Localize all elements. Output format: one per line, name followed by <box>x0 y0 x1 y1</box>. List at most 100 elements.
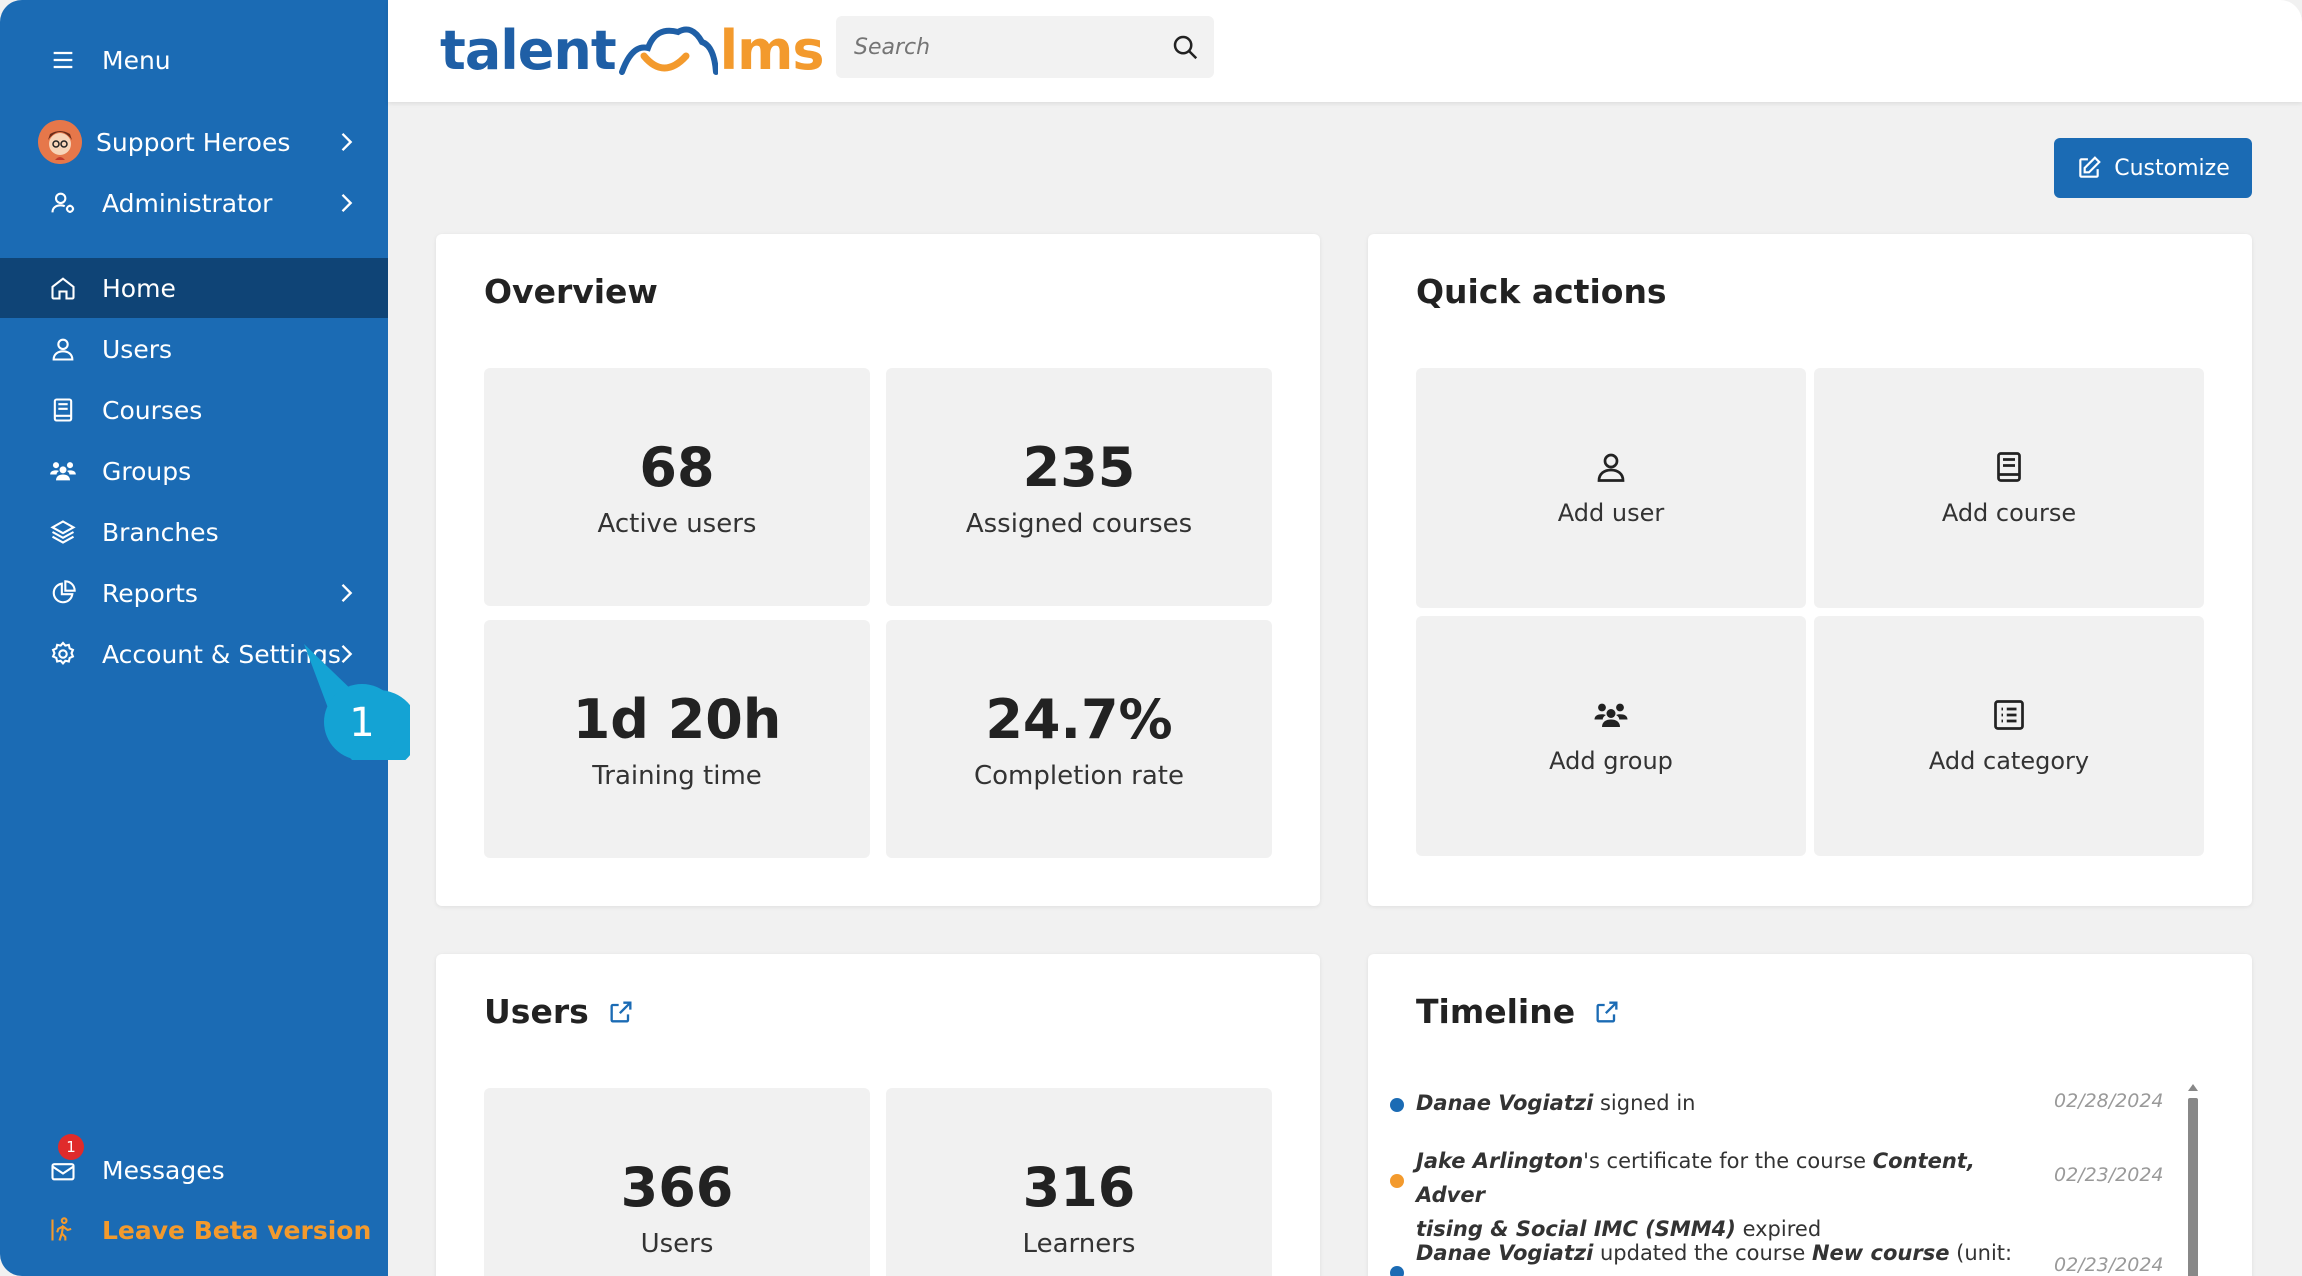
stat-label: Users <box>640 1228 714 1259</box>
role-label: Administrator <box>102 188 273 218</box>
avatar <box>38 120 82 164</box>
stat-label: Completion rate <box>974 760 1184 791</box>
add-category-button[interactable]: Add category <box>1814 616 2204 856</box>
role-switcher[interactable]: Administrator <box>0 173 388 233</box>
users-card-title: Users <box>484 992 589 1031</box>
chevron-right-icon <box>341 584 353 602</box>
stat-tile-learners: 316 Learners <box>886 1088 1272 1276</box>
stat-tile-completion-rate: 24.7% Completion rate <box>886 620 1272 858</box>
chevron-right-icon <box>341 194 353 212</box>
hamburger-icon <box>48 45 78 75</box>
add-course-button[interactable]: Add course <box>1814 368 2204 608</box>
overview-card: Overview 68 Active users 235 Assigned co… <box>436 234 1320 906</box>
logo-lms-text: lms <box>719 18 825 82</box>
sidebar-item-reports[interactable]: Reports <box>0 563 388 623</box>
timeline-course[interactable]: New course <box>1812 1241 1949 1265</box>
sidebar-item-groups[interactable]: Groups <box>0 441 388 501</box>
sidebar-item-messages[interactable]: 1 Messages <box>0 1134 388 1200</box>
timeline-dot <box>1390 1266 1404 1276</box>
talentlms-logo[interactable]: talent lms <box>440 14 825 86</box>
gear-icon <box>48 639 78 669</box>
sidebar-item-label: Branches <box>102 517 219 547</box>
users-card: Users 366 Users 316 Learners <box>436 954 1320 1276</box>
add-user-button[interactable]: Add user <box>1416 368 1806 608</box>
timeline-date: 02/23/2024 <box>2054 1164 2164 1186</box>
stat-value: 316 <box>1022 1155 1136 1219</box>
stat-label: Active users <box>597 508 757 539</box>
stat-value: 24.7% <box>985 687 1173 751</box>
timeline-text: 's certificate for the course <box>1583 1149 1873 1173</box>
stat-value: 366 <box>620 1155 734 1219</box>
quick-actions-title: Quick actions <box>1416 272 1667 311</box>
sidebar-item-label: Home <box>102 273 176 303</box>
account-label: Support Heroes <box>96 127 291 157</box>
stat-tile-users: 366 Users <box>484 1088 870 1276</box>
search-box <box>836 16 1214 78</box>
sidebar-item-courses[interactable]: Courses <box>0 380 388 440</box>
group-icon <box>1593 697 1629 737</box>
stat-tile-active-users: 68 Active users <box>484 368 870 606</box>
sidebar-item-label: Reports <box>102 578 198 608</box>
messages-count-badge: 1 <box>58 1134 84 1160</box>
sidebar-item-users[interactable]: Users <box>0 319 388 379</box>
course-icon <box>48 395 78 425</box>
logo-cloud-icon <box>618 26 718 75</box>
pie-chart-icon <box>48 578 78 608</box>
tutorial-step-marker: 1 <box>304 644 410 760</box>
layers-icon <box>48 517 78 547</box>
sidebar-item-home[interactable]: Home <box>0 258 388 318</box>
timeline-dot <box>1390 1098 1404 1112</box>
stat-value: 235 <box>1022 435 1136 499</box>
top-header: talent lms <box>388 0 2302 102</box>
timeline-scrollbar[interactable] <box>2185 1084 2199 1276</box>
scroll-up-icon[interactable] <box>2188 1084 2198 1091</box>
stat-label: Learners <box>1022 1228 1136 1259</box>
category-icon <box>1991 697 2027 737</box>
logo-talent-text: talent <box>440 18 617 82</box>
sidebar-item-label: Courses <box>102 395 203 425</box>
external-link-icon[interactable] <box>607 998 635 1026</box>
timeline-actor[interactable]: Jake Arlington <box>1416 1149 1583 1173</box>
user-icon <box>1593 449 1629 489</box>
sidebar-item-label: Messages <box>102 1155 225 1185</box>
search-icon[interactable] <box>1170 32 1200 62</box>
edit-icon <box>2079 156 2102 178</box>
user-icon <box>48 334 78 364</box>
stat-tile-training-time: 1d 20h Training time <box>484 620 870 858</box>
sidebar: Menu Support Heroes Administrator Home U… <box>0 0 388 1276</box>
timeline-card: Timeline Danae Vogiatzi signed in 02/28/… <box>1368 954 2252 1276</box>
timeline-text: updated the course <box>1593 1241 1812 1265</box>
app-window: Menu Support Heroes Administrator Home U… <box>0 0 2302 1276</box>
timeline-dot <box>1390 1174 1404 1188</box>
overview-title: Overview <box>484 272 658 311</box>
menu-toggle[interactable]: Menu <box>0 30 388 90</box>
search-input[interactable] <box>852 33 1152 61</box>
timeline-item: Danae Vogiatzi signed in <box>1390 1086 2056 1120</box>
action-label: Add category <box>1928 747 2090 775</box>
exit-person-icon <box>48 1215 78 1245</box>
stat-value: 68 <box>639 435 715 499</box>
scrollbar-thumb[interactable] <box>2188 1098 2198 1276</box>
sidebar-item-branches[interactable]: Branches <box>0 502 388 562</box>
timeline-text: (unit: <box>1949 1241 2013 1265</box>
external-link-icon[interactable] <box>1593 998 1621 1026</box>
timeline-item: Jake Arlington's certificate for the cou… <box>1390 1144 2016 1246</box>
timeline-date: 02/23/2024 <box>2054 1254 2164 1276</box>
course-icon <box>1991 449 2027 489</box>
tutorial-step-number: 1 <box>349 700 374 746</box>
customize-button[interactable]: Customize <box>2054 138 2252 198</box>
timeline-actor[interactable]: Danae Vogiatzi <box>1416 1091 1593 1115</box>
add-group-button[interactable]: Add group <box>1416 616 1806 856</box>
group-icon <box>48 456 78 486</box>
users-card-header: Users <box>484 992 635 1031</box>
timeline-actor[interactable]: Danae Vogiatzi <box>1416 1241 1593 1265</box>
customize-label: Customize <box>2114 155 2230 181</box>
stat-tile-assigned-courses: 235 Assigned courses <box>886 368 1272 606</box>
sidebar-item-label: Users <box>102 334 173 364</box>
stat-value: 1d 20h <box>572 687 782 751</box>
account-switcher[interactable]: Support Heroes <box>0 112 388 172</box>
leave-beta-link[interactable]: Leave Beta version <box>0 1200 388 1260</box>
timeline-text: signed in <box>1593 1091 1696 1115</box>
admin-user-icon <box>48 188 78 218</box>
timeline-item: Danae Vogiatzi updated the course New co… <box>1390 1236 2036 1276</box>
